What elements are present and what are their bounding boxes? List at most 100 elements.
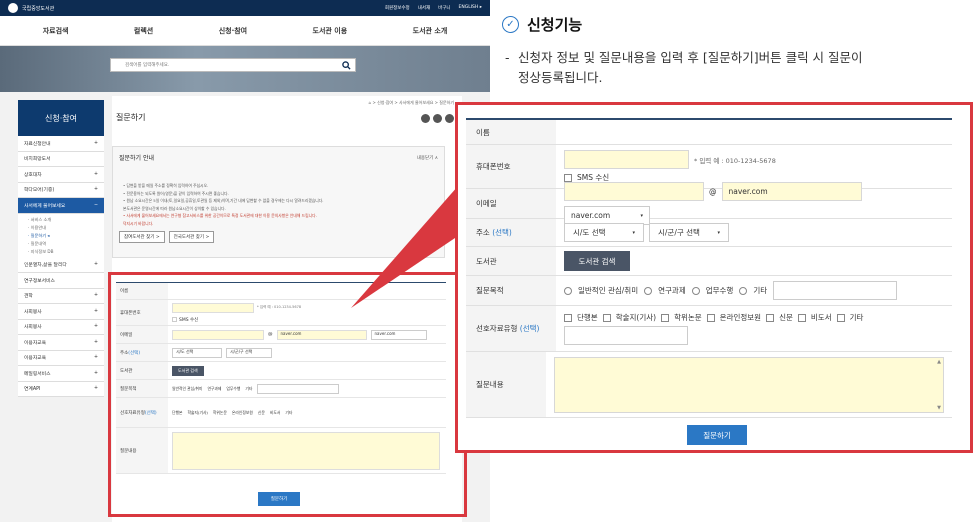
type-checkbox[interactable] [836,313,845,322]
gnb-item[interactable]: 도서관 소개 [413,26,448,36]
side-item[interactable]: 견학 + [18,288,104,304]
gnb-item[interactable]: 신청·참여 [219,26,247,36]
side-item[interactable]: 자료신청안내 + [18,136,104,152]
side-subitem[interactable]: · 서비스 소개 [28,216,94,224]
page-tools [421,114,454,123]
hero-banner: 검색어를 입력해주세요. [0,46,490,92]
search-placeholder: 검색어를 입력해주세요. [125,63,170,68]
side-item[interactable]: 사회봉사 + [18,304,104,320]
type-checkbox[interactable] [766,313,775,322]
type-option-label: 학술지(기사) [615,313,657,322]
gnb-item[interactable]: 도서관 이용 [313,26,348,36]
guide-line: • 전문용어는 되도록 원어(영문)을 같이 입력하여 주시면 좋습니다. [123,190,229,196]
side-item[interactable]: 상호대차 + [18,167,104,183]
purpose-option-label: 업무수행 [705,286,734,295]
type-option-label: 학위논문 [674,313,702,322]
side-subitem[interactable]: · 지식정보 DB [28,248,94,256]
gnb-item[interactable]: 컬렉션 [134,26,153,36]
purpose-radio[interactable] [691,286,700,295]
side-item[interactable]: 연계API + [18,381,104,397]
search-button[interactable] [337,59,355,71]
email-domain-input[interactable]: naver.com [721,182,862,201]
side-subitem[interactable]: · 이용안내 [28,224,94,232]
side-item[interactable]: 학다모어(기증) + [18,182,104,198]
side-item[interactable]: 이용자교육 + [18,350,104,366]
type-checkbox[interactable] [706,313,715,322]
purpose-other-input[interactable] [773,281,898,300]
guide-toggle-button[interactable]: 내용닫기 ∧ [417,155,438,161]
side-item[interactable]: 사회봉사 + [18,319,104,335]
email-at-sign: @ [709,187,717,196]
sido-select[interactable]: 시/도 선택 ▾ [564,223,644,242]
util-link[interactable]: 바구니 [438,5,450,11]
enlarged-form-panel: 이름 휴대폰번호 * 입력 예 : 010-1234-5678 SMS 수신 이… [455,102,973,453]
top-bar: 국립중앙도서관 회원정보수정 내서재 바구니 ENGLISH ▸ [0,0,490,16]
util-link[interactable]: 내서재 [418,5,430,11]
check-circle-icon: ✓ [502,16,519,33]
type-option-label: 신문 [779,313,793,322]
search-input[interactable]: 검색어를 입력해주세요. [110,58,356,72]
share-icon[interactable] [433,114,442,123]
address-label: 주소 (선택) [466,219,556,246]
site-logo[interactable]: 국립중앙도서관 [8,3,54,13]
bullet-dash: - [505,50,510,65]
find-member-library-button[interactable]: 참여도서관 찾기 > [119,231,165,243]
type-checkbox[interactable] [661,313,670,322]
side-subitem[interactable]: · 질문하기 ◂ [28,232,94,240]
side-subitem[interactable]: · 질문내역 [28,240,94,248]
type-other-input[interactable] [564,326,688,345]
email-label: 이메일 [466,189,556,218]
find-national-library-button[interactable]: 전국도서관 찾기 > [168,231,215,243]
purpose-option-label: 일반적인 관심/취미 [578,286,639,295]
print-icon[interactable] [421,114,430,123]
email-id-input[interactable] [564,182,704,201]
side-nav: 신청·참여 자료신청안내 + 비치희망도서 상호대차 + 학다모어(기증) + 사서에… [18,100,104,397]
side-item[interactable]: 이용자교육 + [18,335,104,351]
util-link[interactable]: 회원정보수정 [385,5,410,11]
utility-links: 회원정보수정 내서재 바구니 ENGLISH ▸ [385,5,482,11]
guide-buttons: 참여도서관 찾기 > 전국도서관 찾기 > [119,231,438,243]
purpose-label: 질문목적 [466,276,556,305]
description-line: 신청자 정보 및 질문내용을 입력 후 [질문하기]버튼 클릭 시 질문이 [518,50,863,65]
purpose-radio[interactable] [739,286,748,295]
type-checkbox[interactable] [602,313,611,322]
phone-input[interactable] [564,150,689,169]
guide-box: 질문하기 안내 내용닫기 ∧ • 답변을 받을 메일 주소를 정확히 입력하여 … [112,146,445,258]
util-link[interactable]: ENGLISH ▸ [459,5,482,11]
highlight-box-small [108,272,467,517]
content-textarea[interactable]: ▲ ▼ [554,356,944,413]
gnb-item[interactable]: 자료검색 [43,26,69,36]
side-item[interactable]: 인문열차,삶을 달리다 + [18,257,104,273]
library-search-button[interactable]: 도서관 검색 [564,251,630,271]
type-checkbox[interactable] [564,313,572,322]
purpose-option-label: 기타 [753,286,768,295]
purpose-radio[interactable] [644,286,653,295]
side-item-active[interactable]: 사서에게 물어보세요 − [18,198,104,214]
scroll-arrows-icon: ▲ [937,358,941,365]
bookmark-icon[interactable] [445,114,454,123]
chevron-down-icon: ▾ [640,212,643,219]
sms-checkbox[interactable] [564,173,572,182]
name-label: 이름 [466,120,556,144]
website-screenshot: 국립중앙도서관 회원정보수정 내서재 바구니 ENGLISH ▸ 자료검색 컬렉… [0,0,490,522]
sigungu-select[interactable]: 시/군/구 선택 ▾ [649,223,729,242]
side-item[interactable]: 메일링서비스 + [18,366,104,382]
type-checkbox[interactable] [797,313,806,322]
type-option-label: 비도서 [810,313,832,322]
question-form: 이름 휴대폰번호 * 입력 예 : 010-1234-5678 SMS 수신 이… [466,118,952,418]
guide-line: • 원남 소요시간은 5일 이내(토,일요일,공휴일,토관일 등 제외)이며,기… [123,198,324,203]
chevron-down-icon: ▾ [717,229,720,236]
type-option-label: 기타 [849,313,864,322]
library-label: 도서관 [466,247,556,275]
description-line: 정상등록됩니다. [518,70,603,85]
purpose-radio[interactable] [564,286,572,295]
global-nav: 자료검색 컬렉션 신청·참여 도서관 이용 도서관 소개 [0,16,490,46]
side-item[interactable]: 비치희망도서 [18,151,104,167]
logo-emblem-icon [8,3,18,13]
guide-line: 본도서관은 운영시간에 따라 원남소요시간이 상이할 수 있습니다. [123,205,226,211]
section-title: 신청기능 [527,16,583,34]
submit-button[interactable]: 질문하기 [687,425,747,445]
type-option-label: 온라인정보원 [719,313,762,322]
side-item[interactable]: 연구정보서비스 [18,273,104,289]
phone-label: 휴대폰번호 [466,145,556,188]
